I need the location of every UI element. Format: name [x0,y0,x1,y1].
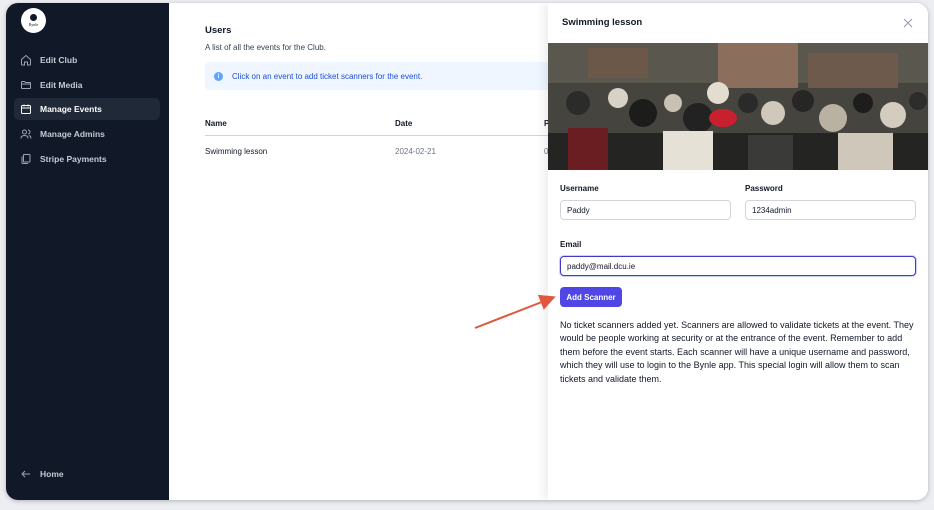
sidebar-item-label: Manage Admins [40,129,105,140]
sidebar-item-manage-events[interactable]: Manage Events [14,98,160,121]
sidebar-item-label: Stripe Payments [40,153,107,164]
logo-mark [30,14,37,21]
add-scanner-button[interactable]: Add Scanner [560,287,622,307]
info-icon: i [214,71,223,81]
sidebar-item-label: Edit Media [40,79,83,90]
event-name-cell: Swimming lesson [205,147,268,156]
sidebar: Bynle Edit Club Edit Media Manage Events… [6,3,169,500]
logo-text: Bynle [28,22,39,27]
sidebar-nav: Edit Club Edit Media Manage Events Manag… [14,49,160,172]
email-field[interactable] [560,256,916,276]
email-label: Email [560,240,582,249]
sidebar-item-manage-admins[interactable]: Manage Admins [14,123,160,145]
panel-title: Swimming lesson [562,17,643,28]
sidebar-item-edit-media[interactable]: Edit Media [14,74,160,96]
scanner-panel: Swimming lesson Username Paddy Password … [548,3,928,500]
arrow-left-icon [21,470,30,478]
home-link[interactable]: Home [20,468,64,480]
home-label: Home [40,469,64,479]
sidebar-item-label: Manage Events [40,104,102,115]
info-alert: i Click on an event to add ticket scanne… [205,62,565,90]
password-field[interactable] [745,200,916,220]
password-label: Password [745,184,783,193]
page-title: Users [205,25,232,36]
username-field[interactable] [560,200,731,220]
scanner-info-text: No ticket scanners added yet. Scanners a… [560,320,914,384]
sidebar-item-edit-club[interactable]: Edit Club [14,49,160,71]
event-date-cell: 2024-02-21 [395,147,436,156]
calendar-icon [21,104,31,115]
page-description: A list of all the events for the Club. [205,43,326,52]
folder-icon [21,80,31,89]
bynle-logo[interactable]: Bynle [21,8,46,33]
table-row[interactable]: Swimming lesson 2024-02-21 0 [205,140,565,162]
info-message: Click on an event to add ticket scanners… [232,71,423,81]
documents-icon [21,153,31,164]
users-icon [20,129,32,139]
event-photo [548,43,928,170]
crowd-photo [548,43,928,170]
close-icon[interactable] [902,17,914,29]
app-window: Bynle Edit Club Edit Media Manage Events… [6,3,928,500]
column-header-date: Date [395,119,413,128]
sidebar-item-stripe-payments[interactable]: Stripe Payments [14,148,160,170]
home-icon [21,54,31,66]
username-label: Username [560,184,599,193]
sidebar-item-label: Edit Club [40,55,78,65]
table-header: Name Date P [205,119,565,136]
column-header-name: Name [205,119,227,128]
